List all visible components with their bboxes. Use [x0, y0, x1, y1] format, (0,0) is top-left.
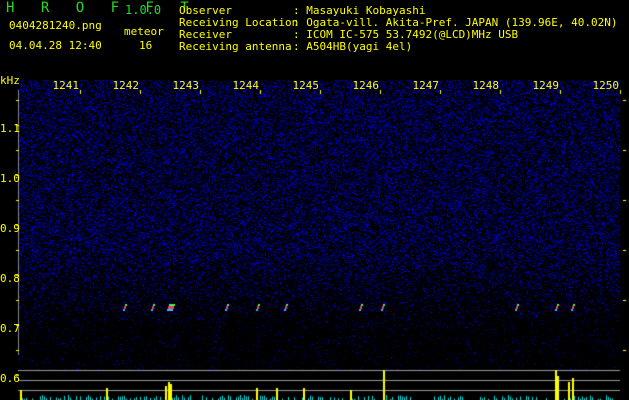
- x-tick-label: 1243: [172, 79, 200, 92]
- x-tick-label: 1246: [352, 79, 380, 92]
- y-tick-label: 0.6: [0, 372, 20, 385]
- x-tick-label: 1247: [412, 79, 440, 92]
- file-datetime: 04.04.28 12:40: [9, 39, 102, 52]
- y-tick-label: 1.0: [0, 172, 20, 185]
- file-name: 0404281240.png: [9, 19, 102, 32]
- app-title: H R O F F T: [6, 0, 198, 16]
- x-tick-label: 1249: [532, 79, 560, 92]
- y-tick-label: 0.7: [0, 322, 20, 335]
- app-version: 1.0.0: [125, 3, 162, 17]
- meteor-label: meteor: [124, 25, 164, 38]
- info-value: : A504HB(yagi 4el): [293, 40, 413, 53]
- x-tick-label: 1242: [112, 79, 140, 92]
- y-unit-label: kHz: [0, 74, 20, 87]
- app-name: H R O F F T: [6, 0, 198, 16]
- x-tick-label: 1245: [292, 79, 320, 92]
- y-tick-label: 0.9: [0, 222, 20, 235]
- x-tick-label: 1250: [592, 79, 620, 92]
- y-tick-label: 0.8: [0, 272, 20, 285]
- spectrogram: [0, 80, 629, 400]
- meteor-count: 16: [139, 39, 153, 52]
- x-tick-label: 1244: [232, 79, 260, 92]
- x-tick-label: 1248: [472, 79, 500, 92]
- info-label: Receiving antenna: [179, 40, 292, 53]
- y-tick-label: 1.1: [0, 122, 20, 135]
- x-tick-label: 1241: [52, 79, 80, 92]
